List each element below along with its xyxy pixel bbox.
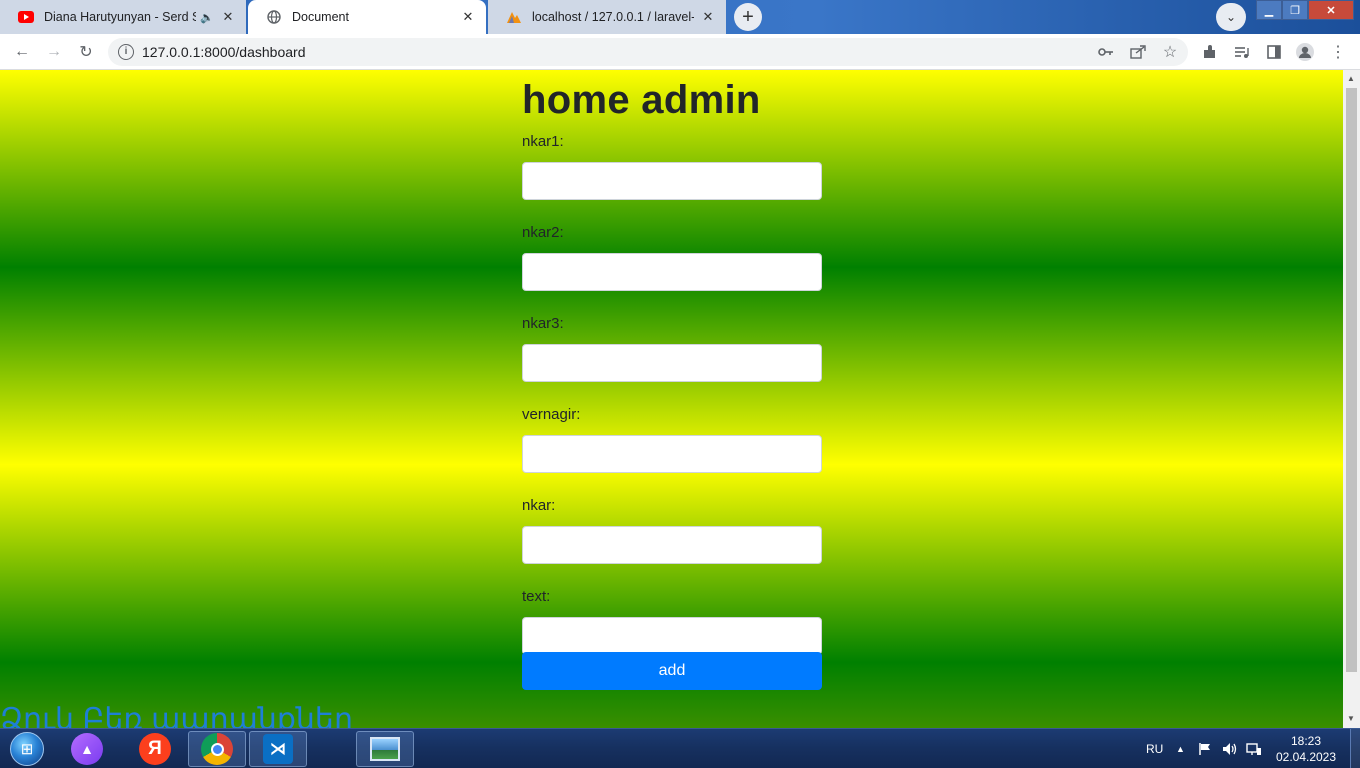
admin-form: home admin nkar1: nkar2: nkar3: vernagir… xyxy=(522,70,822,690)
info-icon[interactable]: i xyxy=(118,44,134,60)
extensions-icon[interactable] xyxy=(1198,40,1222,64)
back-button[interactable]: ← xyxy=(10,40,34,64)
footer-link[interactable]: Ձուկ Բեռ ապրանքներ xyxy=(0,702,353,728)
alice-icon: ▲ xyxy=(71,733,103,765)
start-button[interactable]: ⊞ xyxy=(6,731,48,767)
page-scrollbar[interactable]: ▲ ▼ xyxy=(1343,70,1360,728)
youtube-icon xyxy=(18,9,34,25)
tab-title: Document xyxy=(292,10,349,24)
close-tab-icon[interactable]: ✕ xyxy=(700,9,716,25)
browser-tab-strip: Diana Harutyunyan - Serd Sa 🔈 ✕ Document… xyxy=(0,0,1360,34)
yandex-icon: Я xyxy=(139,733,171,765)
taskbar-photos[interactable] xyxy=(356,731,414,767)
side-panel-icon[interactable] xyxy=(1262,40,1286,64)
tab-document[interactable]: Document ✕ xyxy=(248,0,486,34)
network-icon[interactable] xyxy=(1246,729,1262,768)
chrome-icon xyxy=(201,733,233,765)
tab-title: localhost / 127.0.0.1 / laravel-9 / xyxy=(532,10,694,24)
clock-date: 02.04.2023 xyxy=(1275,750,1337,764)
text-input[interactable] xyxy=(522,617,822,655)
page-viewport: home admin nkar1: nkar2: nkar3: vernagir… xyxy=(0,70,1343,728)
field-group-nkar1: nkar1: xyxy=(522,131,822,217)
nkar1-input[interactable] xyxy=(522,162,822,200)
show-hidden-icons-icon[interactable]: ▲ xyxy=(1176,729,1185,768)
taskbar-vscode[interactable]: ⋊ xyxy=(249,731,307,767)
browser-toolbar: ← → ↻ i 127.0.0.1:8000/dashboard ☆ ⋮ xyxy=(0,34,1360,70)
close-window-button[interactable]: ✕ xyxy=(1308,0,1354,20)
windows-taskbar: ⊞ ▲ Я ⋊ RU ▲ 18:23 02.04.2023 xyxy=(0,728,1360,768)
field-label: nkar2: xyxy=(522,224,564,241)
globe-icon xyxy=(266,9,282,25)
minimize-button[interactable]: ▁ xyxy=(1256,0,1282,20)
taskbar-yandex[interactable]: Я xyxy=(126,731,184,767)
field-label: vernagir: xyxy=(522,406,581,423)
photo-viewer-icon xyxy=(370,737,400,761)
close-tab-icon[interactable]: ✕ xyxy=(460,9,476,25)
share-icon[interactable] xyxy=(1126,40,1150,64)
arrow-left-icon: ← xyxy=(14,43,30,60)
language-indicator[interactable]: RU xyxy=(1146,729,1163,768)
media-icon[interactable] xyxy=(1230,40,1254,64)
field-label: nkar3: xyxy=(522,315,564,332)
page-title: home admin xyxy=(522,78,761,122)
chevron-down-icon: ⌄ xyxy=(1225,10,1237,24)
field-label: nkar: xyxy=(522,497,556,514)
tab-phpmyadmin[interactable]: localhost / 127.0.0.1 / laravel-9 / ✕ xyxy=(488,0,726,34)
star-icon[interactable]: ☆ xyxy=(1158,40,1182,64)
speaker-icon[interactable]: 🔈 xyxy=(200,11,214,24)
volume-icon[interactable] xyxy=(1222,729,1238,768)
nkar3-input[interactable] xyxy=(522,344,822,382)
field-group-nkar: nkar: xyxy=(522,495,822,581)
field-group-nkar3: nkar3: xyxy=(522,313,822,399)
profile-icon[interactable] xyxy=(1293,40,1317,64)
phpmyadmin-icon xyxy=(506,9,522,25)
scrollbar-thumb[interactable] xyxy=(1346,88,1357,672)
scroll-down-icon[interactable]: ▼ xyxy=(1347,714,1355,723)
taskbar-chrome[interactable] xyxy=(188,731,246,767)
vscode-icon: ⋊ xyxy=(263,734,293,764)
address-bar[interactable]: i 127.0.0.1:8000/dashboard xyxy=(108,38,1188,66)
action-center-flag-icon[interactable] xyxy=(1198,729,1212,768)
reload-button[interactable]: ↻ xyxy=(74,40,98,64)
show-desktop-button[interactable] xyxy=(1350,729,1360,768)
field-label: text: xyxy=(522,588,551,605)
menu-icon[interactable]: ⋮ xyxy=(1326,40,1350,64)
field-label: nkar1: xyxy=(522,133,564,150)
arrow-right-icon: → xyxy=(46,43,62,60)
forward-button[interactable]: → xyxy=(42,40,66,64)
nkar-input[interactable] xyxy=(522,526,822,564)
tab-youtube[interactable]: Diana Harutyunyan - Serd Sa 🔈 ✕ xyxy=(0,0,246,34)
reload-icon: ↻ xyxy=(79,44,93,61)
vernagir-input[interactable] xyxy=(522,435,822,473)
close-tab-icon[interactable]: ✕ xyxy=(220,9,236,25)
taskbar-clock[interactable]: 18:23 02.04.2023 xyxy=(1270,733,1342,765)
field-group-vernagir: vernagir: xyxy=(522,404,822,490)
field-group-nkar2: nkar2: xyxy=(522,222,822,308)
tab-title: Diana Harutyunyan - Serd Sa xyxy=(44,10,197,24)
taskbar-alice[interactable]: ▲ xyxy=(58,731,116,767)
url-text: 127.0.0.1:8000/dashboard xyxy=(142,44,306,60)
key-icon[interactable] xyxy=(1094,40,1118,64)
add-button[interactable]: add xyxy=(522,652,822,690)
nkar2-input[interactable] xyxy=(522,253,822,291)
tab-search-button[interactable]: ⌄ xyxy=(1216,3,1246,31)
windows-logo-icon: ⊞ xyxy=(10,732,44,766)
scroll-up-icon[interactable]: ▲ xyxy=(1347,74,1355,83)
window-controls: ▁ ❐ ✕ xyxy=(1256,0,1354,20)
new-tab-button[interactable]: + xyxy=(734,3,762,31)
clock-time: 18:23 xyxy=(1290,734,1322,748)
maximize-button[interactable]: ❐ xyxy=(1282,0,1308,20)
